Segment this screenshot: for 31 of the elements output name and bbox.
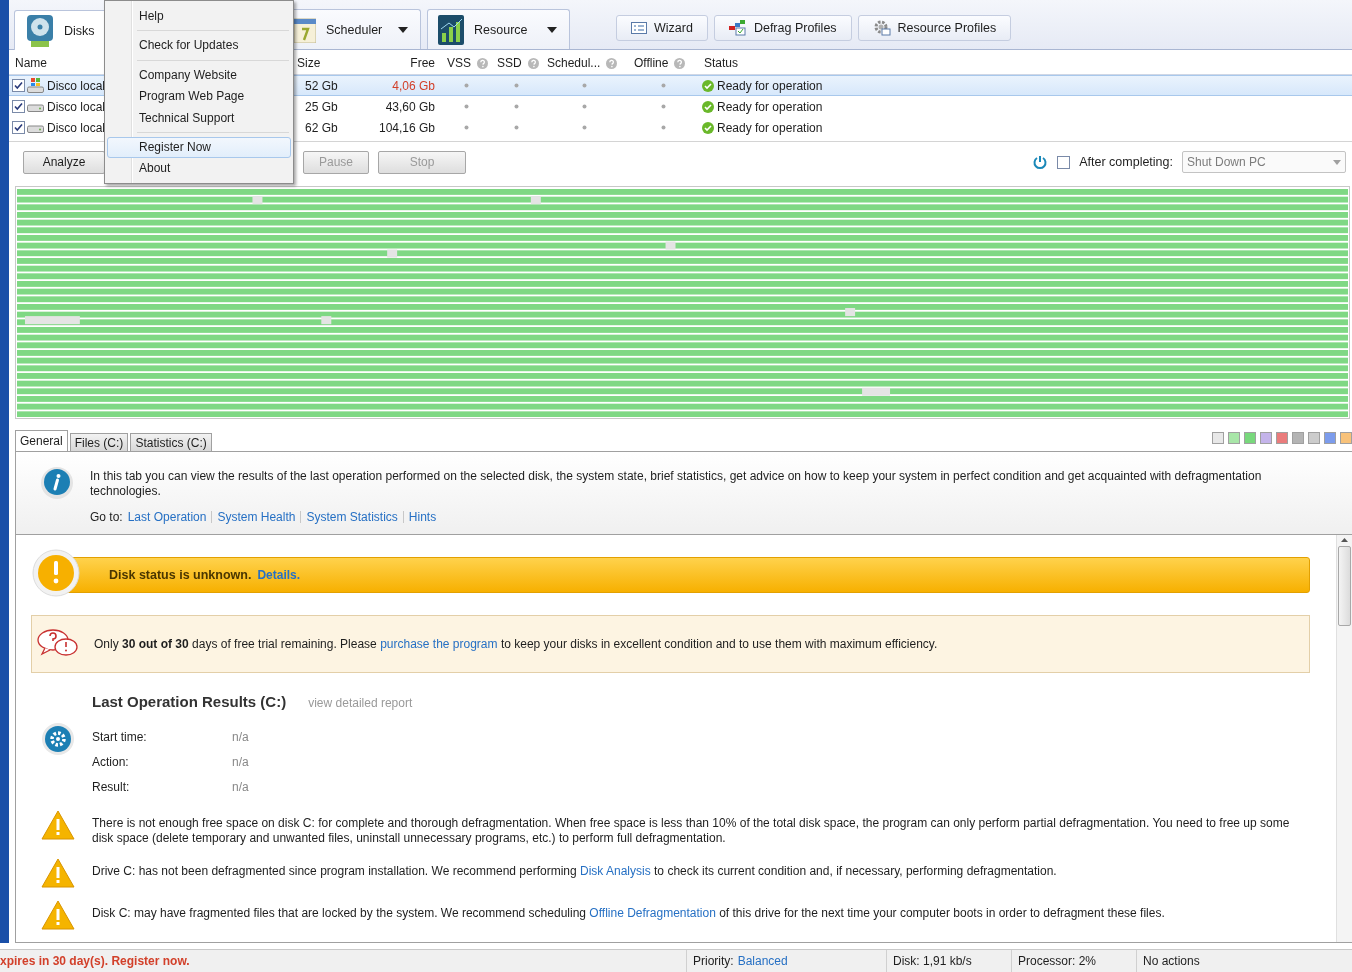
field-value: n/a (232, 730, 249, 744)
disk-size: 25 Gb (304, 99, 339, 114)
disk-status: Ready for operation (717, 99, 824, 114)
actions-status: No actions (1143, 954, 1200, 968)
field-label: Action: (92, 755, 130, 769)
disk-free: 104,16 Gb (377, 120, 436, 135)
goto-label: Go to: (90, 510, 123, 524)
banner-text: Disk status is unknown. (109, 568, 252, 582)
disk-name: Disco local (46, 99, 107, 114)
disk-name: Disco local (46, 78, 107, 93)
after-completing-label: After completing: (1079, 155, 1173, 169)
disk-free: 43,60 Gb (384, 99, 436, 114)
field-value: n/a (232, 755, 249, 769)
hint-text: Disk C: may have fragmented files that are locked by the system. We recommend scheduling Offline Defragmentation of this drive for the next time your computer boots in order to defragment these files. (92, 905, 1165, 921)
field-value: n/a (232, 780, 249, 794)
priority-label: Priority: (693, 954, 734, 968)
disk-size: 62 Gb (304, 120, 339, 135)
hint-text: Drive C: has not been defragmented since program installation. We recommend performing Disk Analysis to check its current condition and, if necessary, performing defragmentation. (92, 863, 1057, 879)
trial-text: Only 30 out of 30 days of free trial remaining. Please purchase the program to keep your disks in excellent condition and to use them with maximum efficiency. (94, 636, 938, 652)
info-text: In this tab you can view the results of the last operation performed on the selected disk, the system state, brief statistics, get advice on how to keep your system in perfect condition and get acquainted with defragmentation technologies. (90, 469, 1263, 499)
disk-name: Disco local (46, 120, 107, 135)
disk-free: 4,06 Gb (391, 78, 436, 93)
disk-size: 52 Gb (304, 78, 339, 93)
disk-speed: Disk: 1,91 kb/s (893, 954, 972, 968)
processor-usage: Processor: 2% (1018, 954, 1097, 968)
field-label: Start time: (92, 730, 148, 744)
section-title: Last Operation Results (C:) (92, 693, 287, 710)
field-label: Result: (92, 780, 131, 794)
disk-status: Ready for operation (717, 78, 824, 93)
disk-status: Ready for operation (717, 120, 824, 135)
hint-text: There is not enough free space on disk C: for complete and thorough defragmentation. When free space is less than 10% of the total disk space, the program can only perform partial defragmentation. You need to free up some disk space (delete temporary and unwanted files, uninstall unnecessary programs, etc.) to perform full defragmentation. (92, 815, 1291, 846)
